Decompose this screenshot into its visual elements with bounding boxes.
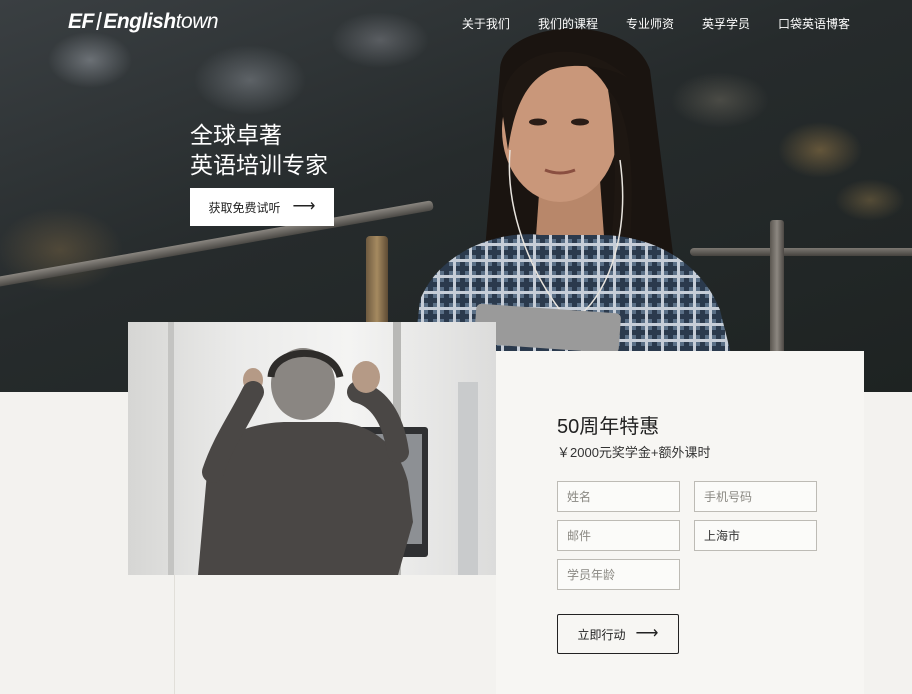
submit-button[interactable]: 立即行动 ⟶ bbox=[557, 614, 679, 654]
email-field[interactable] bbox=[557, 520, 680, 551]
name-field[interactable] bbox=[557, 481, 680, 512]
arrow-right-icon: ⟶ bbox=[292, 198, 316, 215]
main-nav: 关于我们 我们的课程 专业师资 英孚学员 口袋英语博客 bbox=[462, 15, 850, 32]
logo-ef-text: EF bbox=[68, 10, 94, 33]
divider-line bbox=[174, 575, 175, 694]
logo-english-text: English bbox=[103, 10, 176, 33]
nav-item-blog[interactable]: 口袋英语博客 bbox=[778, 15, 850, 32]
student-headphones-image bbox=[128, 322, 496, 575]
hero-title-line2: 英语培训专家 bbox=[190, 152, 328, 178]
free-trial-button[interactable]: 获取免费试听 ⟶ bbox=[190, 188, 334, 226]
nav-item-about[interactable]: 关于我们 bbox=[462, 15, 510, 32]
arrow-right-icon: ⟶ bbox=[635, 625, 659, 642]
free-trial-label: 获取免费试听 bbox=[208, 200, 281, 215]
hero-title-line1: 全球卓著 bbox=[190, 122, 282, 148]
hero-title: 全球卓著 英语培训专家 bbox=[190, 120, 328, 180]
phone-field[interactable] bbox=[694, 481, 817, 512]
logo-town-text: town bbox=[175, 10, 219, 33]
age-field[interactable] bbox=[557, 559, 680, 590]
logo-separator bbox=[95, 12, 102, 30]
nav-item-courses[interactable]: 我们的课程 bbox=[538, 15, 598, 32]
offer-subtitle: ￥2000元奖学金+额外课时 bbox=[557, 445, 711, 460]
nav-item-students[interactable]: 英孚学员 bbox=[702, 15, 750, 32]
city-field[interactable] bbox=[694, 520, 817, 551]
ef-englishtown-logo[interactable]: EF English town bbox=[68, 10, 219, 34]
nav-item-teachers[interactable]: 专业师资 bbox=[626, 15, 674, 32]
offer-title: 50周年特惠 bbox=[557, 416, 660, 438]
submit-label: 立即行动 bbox=[577, 627, 626, 642]
student-photo-illustration bbox=[168, 322, 478, 575]
